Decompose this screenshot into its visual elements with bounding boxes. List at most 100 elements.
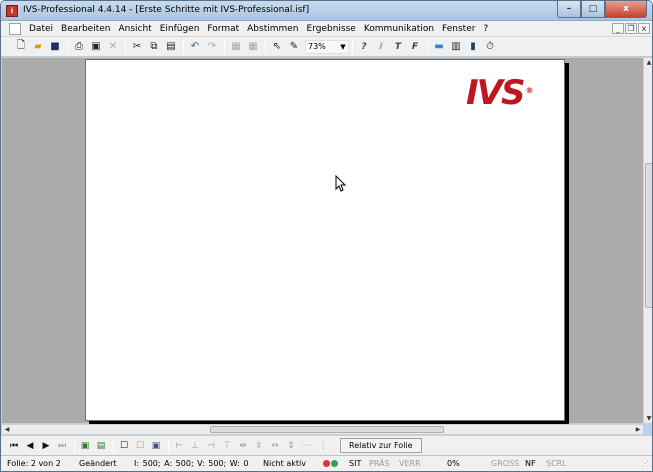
align-center-icon[interactable]: ⊥ [188, 439, 202, 453]
send-back-icon[interactable]: ▦ [245, 39, 261, 55]
toolbar-separator [352, 39, 353, 54]
mdi-restore-button[interactable]: ❐ [625, 23, 637, 34]
slide-canvas[interactable]: IVS ® [85, 59, 565, 421]
slide-sorter-icon[interactable]: ▤ [94, 439, 108, 453]
slide-view-icon[interactable]: ▣ [78, 439, 92, 453]
redo-icon[interactable]: ↷ [204, 39, 220, 55]
copy-icon[interactable]: ⧉ [146, 39, 162, 55]
print-icon[interactable]: ⎙ [71, 39, 87, 55]
frame-yellow-icon[interactable]: ☐ [133, 439, 147, 453]
vote-counts: I: 500; A: 500; V: 500; W: 0 [134, 459, 249, 468]
paste-icon[interactable]: ▤ [163, 39, 179, 55]
caps-indicator: GROSS [491, 459, 520, 468]
close-button[interactable]: x [605, 1, 647, 18]
menu-ergebnisse[interactable]: Ergebnisse [303, 24, 360, 34]
same-height-icon[interactable]: ⇕ [284, 439, 298, 453]
center-horizontal-icon[interactable]: ⋯ [300, 439, 314, 453]
toolbar-separator [427, 39, 428, 54]
maximize-button[interactable]: □ [581, 1, 605, 18]
scroll-right-icon[interactable]: ▶ [633, 426, 643, 433]
same-width-icon[interactable]: ⇔ [268, 439, 282, 453]
zoom-value: 73% [308, 42, 326, 51]
ivs-logo: IVS ® [466, 73, 533, 113]
timer-icon[interactable]: ⏱ [482, 39, 498, 55]
distribute-v-icon[interactable]: ⇳ [252, 439, 266, 453]
toolbar-separator [125, 39, 126, 54]
red-status-icon [323, 460, 330, 467]
menu-abstimmen[interactable]: Abstimmen [243, 24, 302, 34]
menu-help[interactable]: ? [479, 24, 492, 34]
green-status-icon [331, 460, 338, 467]
prev-slide-icon[interactable]: ◀ [23, 439, 37, 453]
chart-table-icon[interactable]: ▥ [448, 39, 464, 55]
new-file-icon[interactable]: 🗋 [13, 39, 29, 55]
menu-kommunikation[interactable]: Kommunikation [360, 24, 438, 34]
caption-buttons: – □ x [557, 1, 647, 18]
menu-bar: Datei Bearbeiten Ansicht Einfügen Format… [1, 21, 652, 37]
logo-text: IVS [466, 73, 525, 113]
toolbar-separator [183, 39, 184, 54]
align-right-icon[interactable]: ⊣ [204, 439, 218, 453]
italic-format-icon[interactable]: I [373, 39, 389, 55]
chevron-down-icon: ▼ [340, 42, 346, 51]
horizontal-scrollbar[interactable]: ◀ ▶ [2, 424, 643, 434]
frame-format-icon[interactable]: F [407, 39, 423, 55]
bar-chart-icon[interactable]: ▮ [465, 39, 481, 55]
vertical-scrollbar[interactable]: ▲ ▼ [643, 58, 652, 423]
open-folder-icon[interactable]: ▰ [30, 39, 46, 55]
relative-to-slide-button[interactable]: Relativ zur Folie [340, 438, 422, 453]
pointer-icon[interactable]: ⇖ [269, 39, 285, 55]
title-bar[interactable]: i IVS-Professional 4.4.14 - [Erste Schri… [1, 1, 652, 21]
zoom-select[interactable]: 73% ▼ [305, 39, 349, 54]
mdi-buttons: _ ❐ x [612, 23, 650, 34]
menu-bearbeiten[interactable]: Bearbeiten [57, 24, 114, 34]
align-left-icon[interactable]: ⊢ [172, 439, 186, 453]
app-window: i IVS-Professional 4.4.14 - [Erste Schri… [0, 0, 653, 472]
percent-indicator: 0% [447, 459, 460, 468]
background-icon[interactable]: ▬ [431, 39, 447, 55]
save-disk-icon[interactable]: ■ [47, 39, 63, 55]
scroll-down-icon[interactable]: ▼ [644, 415, 652, 422]
scroll-left-icon[interactable]: ◀ [2, 426, 12, 433]
center-vertical-icon[interactable]: ⋮ [316, 439, 330, 453]
undo-icon[interactable]: ↶ [187, 39, 203, 55]
mouse-pointer-icon [335, 175, 347, 192]
resize-grip-icon[interactable]: ⋰ [641, 459, 649, 468]
delete-icon[interactable]: ✕ [105, 39, 121, 55]
last-slide-icon[interactable]: ⏭ [55, 439, 69, 453]
properties-icon[interactable]: ▣ [88, 39, 104, 55]
distribute-h-icon[interactable]: ⇹ [236, 439, 250, 453]
toolbar-separator [74, 438, 75, 453]
toolbar-separator [224, 39, 225, 54]
first-slide-icon[interactable]: ⏮ [7, 439, 21, 453]
menu-datei[interactable]: Datei [25, 24, 57, 34]
status-bar: Folie: 2 von 2 Geändert I: 500; A: 500; … [1, 455, 652, 471]
pen-icon[interactable]: ✎ [286, 39, 302, 55]
vertical-scroll-thumb[interactable] [645, 163, 652, 308]
frame-filled-icon[interactable]: ▣ [149, 439, 163, 453]
toolbar-separator [67, 39, 68, 54]
ivs-app-icon[interactable]: i [6, 5, 18, 17]
next-slide-icon[interactable]: ▶ [39, 439, 53, 453]
mdi-minimize-button[interactable]: _ [612, 23, 624, 34]
numlock-indicator: NF [525, 459, 536, 468]
menu-fenster[interactable]: Fenster [438, 24, 479, 34]
question-format-icon[interactable]: ? [356, 39, 372, 55]
text-format-icon[interactable]: T [390, 39, 406, 55]
menu-format[interactable]: Format [203, 24, 243, 34]
bring-front-icon[interactable]: ▦ [228, 39, 244, 55]
status-lights [323, 459, 339, 468]
document-icon[interactable] [9, 22, 21, 35]
menu-einfuegen[interactable]: Einfügen [156, 24, 204, 34]
sit-indicator: SIT [349, 459, 362, 468]
menu-ansicht[interactable]: Ansicht [114, 24, 155, 34]
window-title: IVS-Professional 4.4.14 - [Erste Schritt… [23, 5, 310, 15]
align-top-icon[interactable]: ⊤ [220, 439, 234, 453]
cut-icon[interactable]: ✂ [129, 39, 145, 55]
mdi-close-button[interactable]: x [638, 23, 650, 34]
horizontal-scroll-thumb[interactable] [210, 426, 444, 433]
scroll-up-icon[interactable]: ▲ [644, 59, 652, 66]
toolbar-separator [113, 438, 114, 453]
minimize-button[interactable]: – [557, 1, 581, 18]
frame-icon[interactable]: ☐ [117, 439, 131, 453]
